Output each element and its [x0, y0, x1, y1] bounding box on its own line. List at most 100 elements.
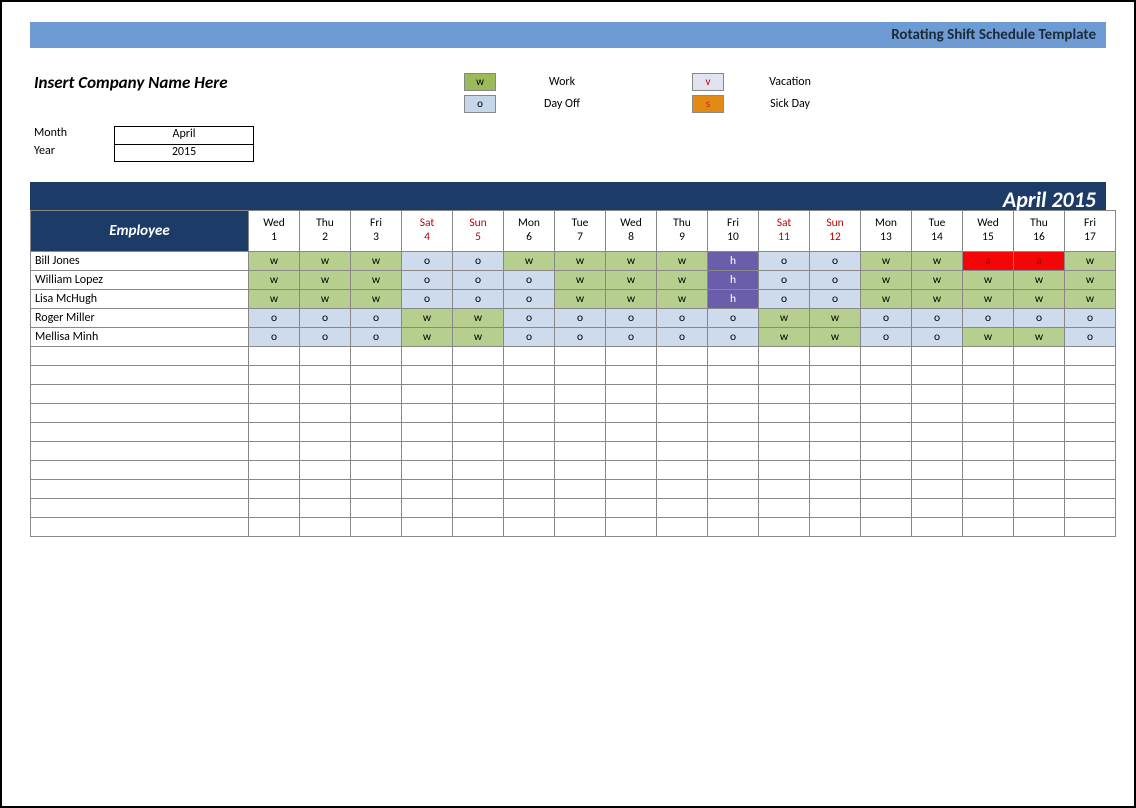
shift-cell[interactable]	[912, 423, 963, 442]
shift-cell[interactable]	[810, 442, 861, 461]
shift-cell[interactable]: w	[555, 252, 606, 271]
employee-name-cell[interactable]	[31, 461, 249, 480]
shift-cell[interactable]	[1065, 404, 1116, 423]
shift-cell[interactable]: o	[657, 328, 708, 347]
shift-cell[interactable]: a	[963, 252, 1014, 271]
employee-name-cell[interactable]	[31, 385, 249, 404]
shift-cell[interactable]	[402, 518, 453, 537]
shift-cell[interactable]: o	[453, 252, 504, 271]
shift-cell[interactable]	[555, 480, 606, 499]
shift-cell[interactable]	[1065, 442, 1116, 461]
shift-cell[interactable]: w	[657, 252, 708, 271]
shift-cell[interactable]	[912, 499, 963, 518]
shift-cell[interactable]	[453, 518, 504, 537]
shift-cell[interactable]	[453, 404, 504, 423]
shift-cell[interactable]: w	[249, 271, 300, 290]
shift-cell[interactable]: o	[453, 290, 504, 309]
shift-cell[interactable]	[708, 385, 759, 404]
shift-cell[interactable]	[810, 366, 861, 385]
shift-cell[interactable]: w	[606, 252, 657, 271]
shift-cell[interactable]	[1014, 442, 1065, 461]
shift-cell[interactable]	[912, 366, 963, 385]
employee-name-cell[interactable]	[31, 347, 249, 366]
shift-cell[interactable]	[606, 499, 657, 518]
shift-cell[interactable]	[657, 442, 708, 461]
shift-cell[interactable]: o	[810, 252, 861, 271]
employee-name-cell[interactable]	[31, 518, 249, 537]
shift-cell[interactable]	[606, 347, 657, 366]
employee-name-cell[interactable]: Mellisa Minh	[31, 328, 249, 347]
shift-cell[interactable]	[1065, 518, 1116, 537]
employee-name-cell[interactable]: Roger Miller	[31, 309, 249, 328]
shift-cell[interactable]	[606, 442, 657, 461]
shift-cell[interactable]	[555, 423, 606, 442]
shift-cell[interactable]	[1014, 518, 1065, 537]
shift-cell[interactable]: w	[1065, 290, 1116, 309]
shift-cell[interactable]: o	[708, 328, 759, 347]
shift-cell[interactable]	[504, 385, 555, 404]
employee-name-cell[interactable]: William Lopez	[31, 271, 249, 290]
shift-cell[interactable]	[351, 442, 402, 461]
shift-cell[interactable]	[249, 366, 300, 385]
shift-cell[interactable]	[606, 423, 657, 442]
shift-cell[interactable]: o	[402, 271, 453, 290]
shift-cell[interactable]	[759, 404, 810, 423]
shift-cell[interactable]	[351, 423, 402, 442]
shift-cell[interactable]	[708, 499, 759, 518]
shift-cell[interactable]: w	[810, 309, 861, 328]
shift-cell[interactable]	[249, 518, 300, 537]
shift-cell[interactable]: w	[606, 271, 657, 290]
shift-cell[interactable]	[453, 480, 504, 499]
shift-cell[interactable]: a	[1014, 252, 1065, 271]
shift-cell[interactable]: o	[402, 252, 453, 271]
shift-cell[interactable]	[351, 461, 402, 480]
shift-cell[interactable]	[249, 499, 300, 518]
shift-cell[interactable]: w	[1065, 252, 1116, 271]
shift-cell[interactable]	[351, 480, 402, 499]
shift-cell[interactable]: w	[351, 290, 402, 309]
shift-cell[interactable]	[912, 480, 963, 499]
company-name-field[interactable]: Insert Company Name Here	[34, 72, 464, 93]
shift-cell[interactable]	[759, 423, 810, 442]
shift-cell[interactable]: w	[963, 290, 1014, 309]
shift-cell[interactable]: w	[249, 290, 300, 309]
shift-cell[interactable]	[759, 442, 810, 461]
shift-cell[interactable]: w	[963, 271, 1014, 290]
shift-cell[interactable]	[912, 385, 963, 404]
shift-cell[interactable]: w	[861, 290, 912, 309]
shift-cell[interactable]	[912, 518, 963, 537]
shift-cell[interactable]	[1014, 385, 1065, 404]
shift-cell[interactable]	[606, 461, 657, 480]
shift-cell[interactable]	[861, 404, 912, 423]
shift-cell[interactable]	[300, 480, 351, 499]
shift-cell[interactable]	[300, 385, 351, 404]
shift-cell[interactable]	[249, 423, 300, 442]
shift-cell[interactable]	[300, 518, 351, 537]
shift-cell[interactable]	[402, 461, 453, 480]
shift-cell[interactable]	[657, 366, 708, 385]
shift-cell[interactable]	[810, 499, 861, 518]
shift-cell[interactable]	[504, 518, 555, 537]
shift-cell[interactable]: w	[1014, 328, 1065, 347]
shift-cell[interactable]	[351, 385, 402, 404]
shift-cell[interactable]: w	[912, 252, 963, 271]
shift-cell[interactable]: o	[759, 290, 810, 309]
shift-cell[interactable]: o	[504, 290, 555, 309]
shift-cell[interactable]: o	[300, 328, 351, 347]
employee-name-cell[interactable]: Bill Jones	[31, 252, 249, 271]
shift-cell[interactable]: o	[606, 328, 657, 347]
employee-name-cell[interactable]	[31, 404, 249, 423]
month-value[interactable]: April	[114, 126, 254, 144]
shift-cell[interactable]	[657, 347, 708, 366]
shift-cell[interactable]	[402, 442, 453, 461]
shift-cell[interactable]	[606, 518, 657, 537]
shift-cell[interactable]	[810, 404, 861, 423]
shift-cell[interactable]: h	[708, 252, 759, 271]
shift-cell[interactable]: w	[300, 271, 351, 290]
shift-cell[interactable]	[759, 499, 810, 518]
shift-cell[interactable]	[963, 442, 1014, 461]
shift-cell[interactable]: h	[708, 271, 759, 290]
shift-cell[interactable]	[759, 385, 810, 404]
shift-cell[interactable]	[1065, 480, 1116, 499]
shift-cell[interactable]	[555, 347, 606, 366]
